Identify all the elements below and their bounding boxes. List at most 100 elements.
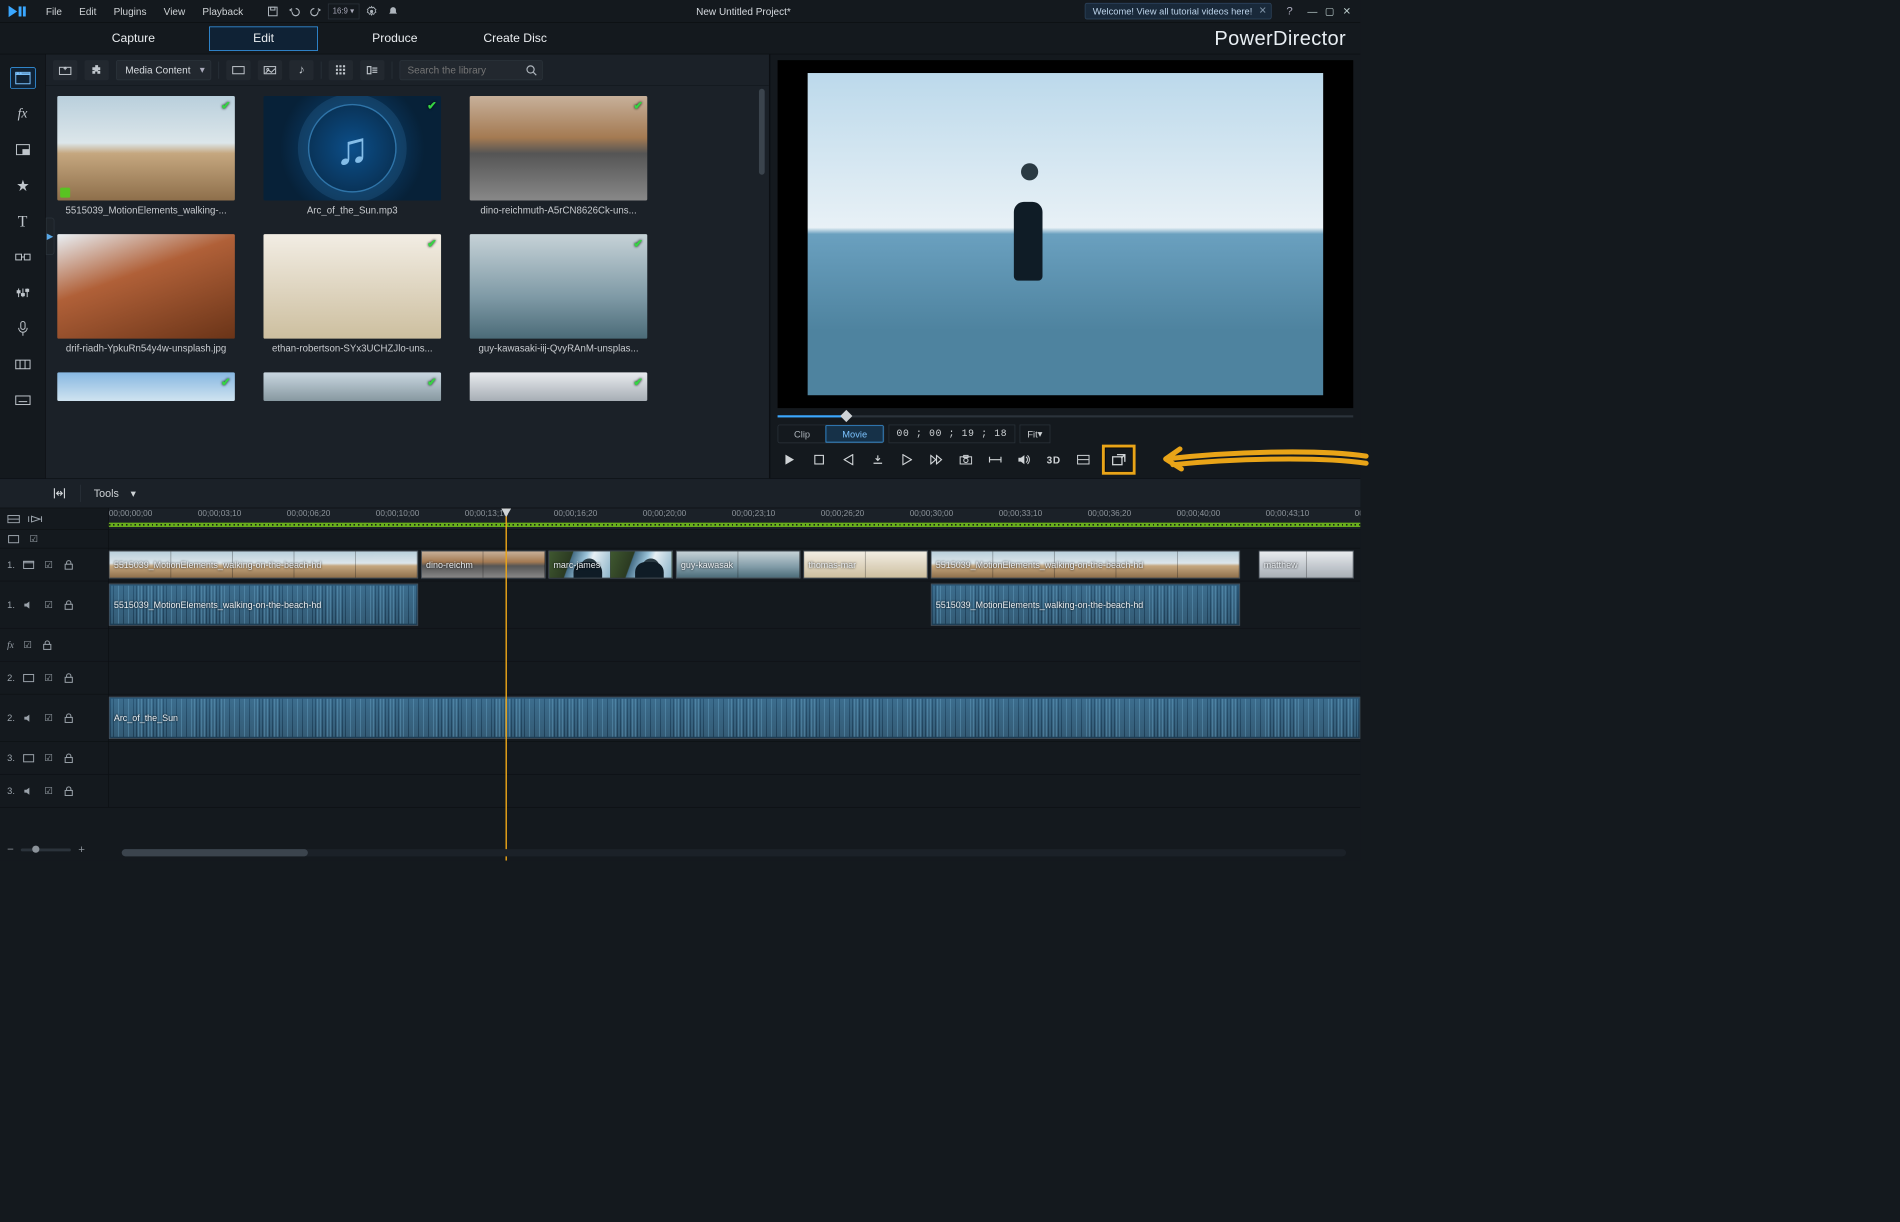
tutorial-banner[interactable]: Welcome! View all tutorial videos here! …: [1085, 3, 1272, 19]
transition-room-icon[interactable]: [10, 246, 36, 267]
menu-plugins[interactable]: Plugins: [106, 3, 153, 19]
play-icon[interactable]: [779, 450, 800, 470]
preview-panel: Clip Movie 00 ; 00 ; 19 ; 18 Fit ▾ 3D: [770, 54, 1360, 478]
track-lock-icon[interactable]: [41, 640, 54, 650]
track-lock-icon[interactable]: [62, 673, 75, 683]
ruler-tick: 00;00;46;20: [1355, 510, 1361, 519]
media-item[interactable]: drif-riadh-YpkuRn54y4w-unsplash.jpg: [57, 234, 235, 354]
menu-playback[interactable]: Playback: [195, 3, 250, 19]
particle-room-icon[interactable]: [10, 175, 36, 196]
next-frame-icon[interactable]: [896, 450, 917, 470]
subtitle-room-icon[interactable]: [10, 390, 36, 411]
title-room-icon[interactable]: T: [10, 211, 36, 232]
import-icon[interactable]: [53, 60, 77, 80]
settings-icon[interactable]: [362, 3, 381, 19]
media-room-icon[interactable]: [10, 67, 36, 88]
split-icon[interactable]: [52, 487, 68, 500]
media-item[interactable]: ✔dino-reichmuth-A5rCN8626Ck-uns...: [470, 96, 648, 216]
audio-mixing-room-icon[interactable]: [10, 282, 36, 303]
media-item[interactable]: ✔: [57, 372, 235, 401]
media-item[interactable]: ✔: [470, 372, 648, 401]
tab-produce[interactable]: Produce: [361, 28, 429, 48]
prev-frame-icon[interactable]: [838, 450, 859, 470]
zoom-in-icon[interactable]: +: [78, 843, 85, 856]
fast-forward-icon[interactable]: [926, 450, 947, 470]
clip-mode-button[interactable]: Clip: [778, 425, 826, 442]
snapshot-icon[interactable]: [955, 450, 976, 470]
media-item[interactable]: ✔Arc_of_the_Sun.mp3: [263, 96, 441, 216]
filter-audio-icon[interactable]: ♪: [289, 60, 313, 80]
track-lock-icon[interactable]: [62, 560, 75, 570]
volume-icon[interactable]: [1014, 450, 1035, 470]
timeline-toolbar: Tools ▾: [0, 478, 1360, 508]
search-input[interactable]: [400, 60, 543, 80]
menu-edit[interactable]: Edit: [72, 3, 104, 19]
used-check-icon: ✔: [633, 99, 643, 113]
clip-label[interactable]: 5515039_MotionElements_walking-on-the-be…: [114, 560, 321, 570]
voiceover-room-icon[interactable]: [10, 318, 36, 339]
media-item-name: ethan-robertson-SYx3UCHZJlo-uns...: [272, 343, 433, 354]
maximize-icon[interactable]: ▢: [1323, 5, 1336, 18]
movie-mode-button[interactable]: Movie: [826, 425, 884, 442]
step-icon[interactable]: [867, 450, 888, 470]
preview-quality-icon[interactable]: [1073, 450, 1094, 470]
track-lock-icon[interactable]: [62, 753, 75, 763]
help-icon[interactable]: ?: [1280, 3, 1299, 19]
media-filter-select[interactable]: Media Content: [116, 60, 211, 80]
tab-edit[interactable]: Edit: [209, 26, 317, 50]
menu-view[interactable]: View: [157, 3, 193, 19]
aspect-ratio-selector[interactable]: 16:9 ▾: [328, 3, 360, 19]
close-window-icon[interactable]: ✕: [1340, 5, 1353, 18]
master-visible-icon[interactable]: ☑: [27, 533, 40, 544]
tools-dropdown[interactable]: Tools ▾: [94, 487, 136, 500]
timecode-display[interactable]: 00 ; 00 ; 19 ; 18: [889, 425, 1016, 444]
media-grid: ✔5515039_MotionElements_walking-...✔Arc_…: [46, 86, 769, 478]
filter-image-icon[interactable]: [258, 60, 282, 80]
track-lock-icon[interactable]: [62, 786, 75, 796]
track-lock-icon[interactable]: [62, 713, 75, 723]
fit-select[interactable]: Fit ▾: [1019, 425, 1050, 444]
ruler-tick: 00;00;30;00: [910, 510, 954, 519]
track-lock-icon[interactable]: [62, 600, 75, 610]
minimize-icon[interactable]: —: [1306, 5, 1319, 18]
time-ruler[interactable]: 00;00;00;0000;00;03;1000;00;06;2000;00;1…: [109, 508, 1361, 529]
plugins-icon[interactable]: [84, 60, 108, 80]
timeline-hscroll[interactable]: [122, 849, 1346, 856]
media-item[interactable]: ✔5515039_MotionElements_walking-...: [57, 96, 235, 216]
3d-button[interactable]: 3D: [1043, 450, 1064, 470]
tab-capture[interactable]: Capture: [100, 28, 166, 48]
library-search[interactable]: [400, 60, 543, 80]
preview-seek[interactable]: [778, 411, 1354, 421]
undo-icon[interactable]: [285, 3, 304, 19]
track-visible-icon[interactable]: ☑: [42, 559, 55, 570]
media-item[interactable]: ✔ethan-robertson-SYx3UCHZJlo-uns...: [263, 234, 441, 354]
media-scrollbar[interactable]: [759, 86, 766, 478]
undock-preview-icon[interactable]: [1102, 445, 1135, 475]
grid-view-icon[interactable]: [329, 60, 353, 80]
playhead[interactable]: [505, 508, 506, 860]
media-item[interactable]: ✔guy-kawasaki-iij-QvyRAnM-unsplas...: [470, 234, 648, 354]
search-icon[interactable]: [526, 64, 537, 75]
track-master-icon[interactable]: [7, 534, 20, 543]
fx-room-icon[interactable]: fx: [10, 103, 36, 124]
filter-video-icon[interactable]: [226, 60, 250, 80]
tab-create-disc[interactable]: Create Disc: [472, 28, 559, 48]
close-icon[interactable]: ✕: [1259, 5, 1267, 16]
storyboard-view-icon[interactable]: [27, 515, 43, 524]
media-item[interactable]: ✔: [263, 372, 441, 401]
zoom-out-icon[interactable]: −: [7, 843, 14, 856]
ruler-tick: 00;00;06;20: [287, 510, 331, 519]
redo-icon[interactable]: [306, 3, 325, 19]
menu-file[interactable]: File: [39, 3, 69, 19]
list-view-icon[interactable]: [360, 60, 384, 80]
pip-room-icon[interactable]: [10, 139, 36, 160]
chapter-room-icon[interactable]: [10, 354, 36, 375]
save-icon[interactable]: [263, 3, 282, 19]
stop-icon[interactable]: [808, 450, 829, 470]
notification-icon[interactable]: [383, 3, 402, 19]
preview-viewport[interactable]: [778, 60, 1354, 408]
timeline-zoom[interactable]: − +: [7, 843, 85, 856]
loop-icon[interactable]: [985, 450, 1006, 470]
timeline-view-icon[interactable]: [7, 515, 20, 524]
video-track-icon: [22, 754, 35, 763]
